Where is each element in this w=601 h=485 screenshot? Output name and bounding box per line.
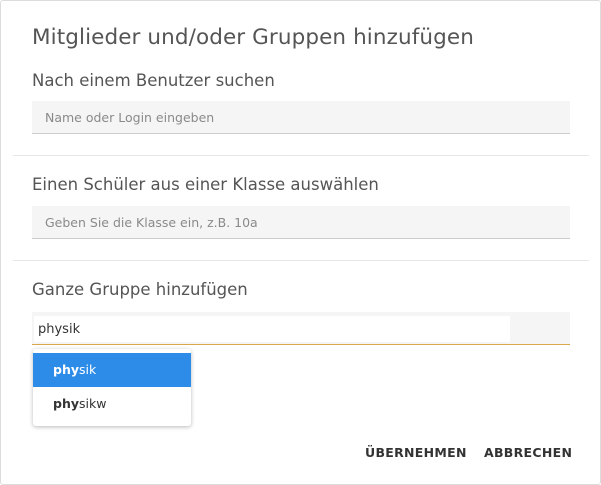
group-add-field	[32, 312, 570, 345]
add-members-dialog: Mitglieder und/oder Gruppen hinzufügen N…	[0, 0, 601, 485]
class-select-placeholder: Geben Sie die Klasse ein, z.B. 10a	[45, 215, 258, 230]
suggestion-rest: sikw	[79, 396, 107, 411]
user-search-placeholder: Name oder Login eingeben	[45, 110, 215, 125]
user-search-input[interactable]: Name oder Login eingeben	[32, 101, 570, 134]
suggestion-rest: sik	[79, 362, 97, 377]
user-search-label: Nach einem Benutzer suchen	[32, 71, 275, 90]
group-suggestions-dropdown: physik physikw	[33, 349, 191, 426]
suggestion-match: phy	[53, 396, 79, 411]
suggestion-item-physik[interactable]: physik	[33, 353, 191, 387]
suggestion-item-physikw[interactable]: physikw	[33, 387, 191, 421]
cancel-button[interactable]: ABBRECHEN	[484, 445, 572, 460]
suggestion-match: phy	[53, 362, 79, 377]
apply-button[interactable]: ÜBERNEHMEN	[365, 445, 467, 460]
class-select-label: Einen Schüler aus einer Klasse auswählen	[32, 175, 379, 194]
class-select-input[interactable]: Geben Sie die Klasse ein, z.B. 10a	[32, 206, 570, 239]
section-divider	[13, 155, 589, 156]
group-add-label: Ganze Gruppe hinzufügen	[32, 280, 248, 299]
section-divider	[13, 260, 589, 261]
group-add-input[interactable]	[34, 316, 510, 342]
dialog-title: Mitglieder und/oder Gruppen hinzufügen	[32, 25, 474, 50]
